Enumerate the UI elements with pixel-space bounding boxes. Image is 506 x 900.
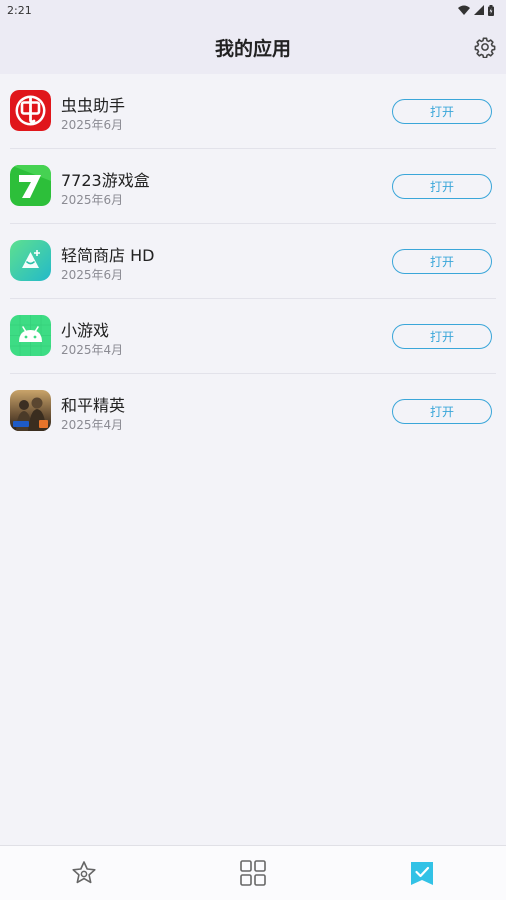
open-button[interactable]: 打开: [392, 399, 492, 424]
open-button[interactable]: 打开: [392, 174, 492, 199]
app-name: 虫虫助手: [61, 96, 126, 115]
game-art: [10, 390, 51, 431]
app-date: 2025年6月: [61, 118, 124, 132]
app-list: 虫虫助手 2025年6月 打开 7723游戏盒 2025年6月 打开 轻简商店 …: [0, 74, 506, 449]
app-date: 2025年6月: [61, 193, 124, 207]
app-date: 2025年4月: [61, 418, 124, 432]
app-date: 2025年6月: [61, 268, 124, 282]
star-icon: [72, 861, 96, 884]
chongchong-logo: [10, 90, 51, 131]
app-row-store-hd[interactable]: 轻简商店 HD 2025年6月 打开: [0, 224, 506, 299]
app-row-peacekeeper-elite[interactable]: 和平精英 2025年4月 打开: [0, 374, 506, 449]
grid-icon: [240, 860, 266, 886]
settings-button[interactable]: [474, 36, 496, 58]
open-button[interactable]: 打开: [392, 324, 492, 349]
app-header: 我的应用: [0, 20, 506, 74]
page-title: 我的应用: [214, 37, 291, 60]
status-time: 2:21: [7, 3, 32, 17]
app-name: 轻简商店 HD: [61, 246, 155, 265]
status-bar: 2:21: [0, 0, 506, 20]
app-row-chongchong[interactable]: 虫虫助手 2025年6月 打开: [0, 74, 506, 149]
app-row-7723[interactable]: 7723游戏盒 2025年6月 打开: [0, 149, 506, 224]
bottom-nav: [0, 845, 506, 900]
app-date: 2025年4月: [61, 343, 124, 357]
checkmark-bookmark-icon: [410, 862, 433, 885]
nav-my-apps[interactable]: [392, 853, 452, 893]
nav-featured[interactable]: [54, 853, 114, 893]
store-logo: [10, 240, 51, 281]
open-button[interactable]: 打开: [392, 249, 492, 274]
7723-logo: [10, 165, 51, 206]
gear-icon: [474, 37, 496, 58]
app-row-mini-games[interactable]: 小游戏 2025年4月 打开: [0, 299, 506, 374]
wifi-icon: [458, 5, 470, 15]
open-button[interactable]: 打开: [392, 99, 492, 124]
app-name: 小游戏: [61, 321, 110, 340]
status-icons: [458, 4, 494, 16]
nav-categories[interactable]: [223, 853, 283, 893]
battery-icon: [488, 4, 494, 16]
android-logo: [10, 315, 51, 356]
signal-icon: [474, 5, 484, 15]
app-name: 和平精英: [61, 396, 126, 415]
app-name: 7723游戏盒: [61, 171, 150, 190]
